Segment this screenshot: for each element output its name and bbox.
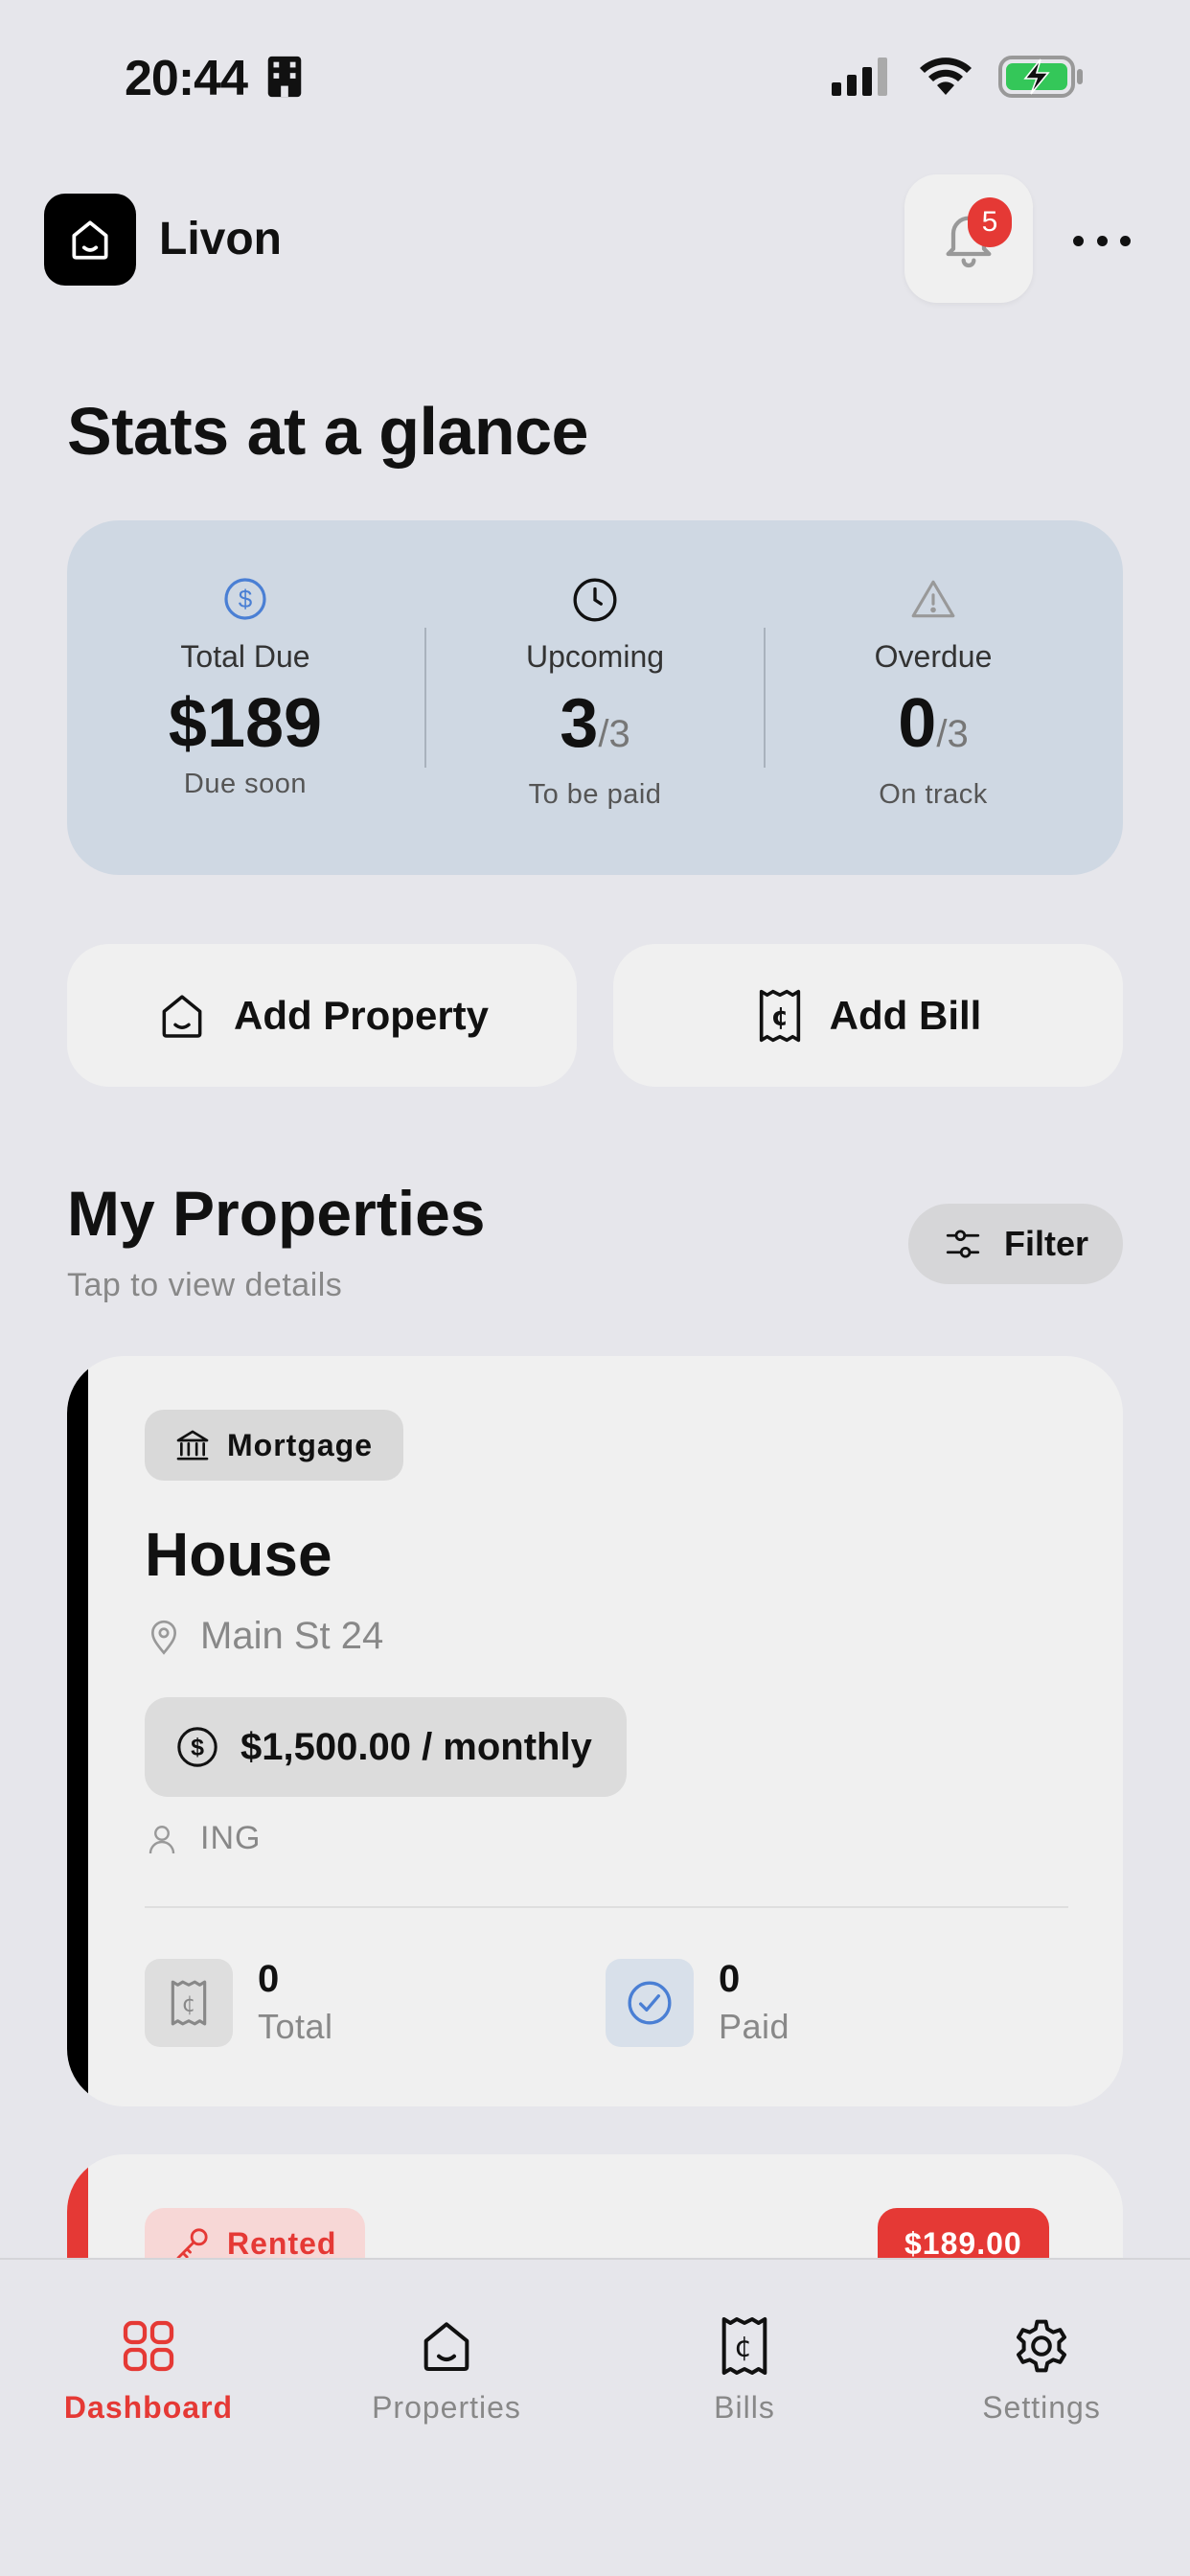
receipt-icon: ¢ [171,1980,207,2025]
stat-label: Total Due [180,639,310,674]
stats-title: Stats at a glance [67,394,588,469]
app-logo [44,194,136,286]
wifi-icon [920,58,972,95]
add-property-label: Add Property [233,992,490,1038]
receipt-box: ¢ [145,1958,233,2047]
person-icon [149,1825,175,1853]
grid-icon [123,2320,174,2372]
bills-paid-stat: 0 Paid [606,1958,790,2047]
status-time: 20:44 [125,50,306,107]
battery-charging-icon [998,56,1083,98]
property-amount: $ $1,500.00 / monthly [145,1697,627,1797]
tab-label: Bills [714,2390,775,2425]
stat-overdue: Overdue 0/3 On track [761,520,1106,875]
tab-label: Settings [982,2390,1101,2425]
sliders-icon [946,1230,980,1258]
tab-dashboard[interactable]: Dashboard [0,2315,297,2426]
app-name: Livon [159,214,282,264]
receipt-icon: ¢ [759,989,800,1042]
paid-label: Paid [719,2007,790,2046]
bank-icon [176,1430,209,1460]
home-icon [423,2322,469,2371]
stat-value: 0/3 [898,685,969,762]
check-box [606,1958,694,2047]
tab-properties[interactable]: Properties [298,2315,595,2426]
tab-label: Dashboard [63,2390,234,2425]
tab-label: Properties [372,2390,521,2425]
svg-text:¢: ¢ [734,2331,754,2363]
svg-text:¢: ¢ [770,1001,789,1031]
stat-sub: To be paid [528,779,662,810]
dot-icon [1120,235,1131,246]
building-icon [268,56,302,98]
card-accent-stripe [67,1356,88,2106]
stats-card: $ Total Due $189 Due soon Upcoming 3/3 T… [67,520,1123,875]
svg-text:¢: ¢ [182,1991,196,2016]
properties-title: My Properties [67,1178,486,1249]
location-pin-icon [150,1620,177,1655]
total-label: Total [258,2007,333,2046]
property-card-house[interactable]: Mortgage House Main St 24 $ $1,500.00 / … [67,1356,1123,2106]
bills-total-stat: ¢ 0 Total [145,1958,333,2047]
receipt-icon: ¢ [721,2317,767,2375]
check-circle-icon [628,1981,672,2024]
property-lender: ING [145,1820,261,1857]
dollar-circle-icon: $ [224,578,266,620]
total-count: 0 [258,1958,280,2000]
tab-bills[interactable]: ¢ Bills [596,2315,893,2426]
svg-text:$: $ [191,1735,204,1761]
stat-upcoming: Upcoming 3/3 To be paid [423,520,767,875]
stat-value: $189 [168,685,323,762]
filter-button[interactable]: Filter [908,1204,1123,1284]
key-icon [176,2228,208,2260]
property-address: Main St 24 [145,1615,383,1658]
dot-icon [1073,235,1084,246]
gear-icon [1017,2319,1066,2373]
dot-icon [1096,235,1108,246]
svg-text:$: $ [239,585,253,613]
add-property-button[interactable]: Add Property [67,944,577,1087]
property-name: House [145,1520,332,1589]
card-divider [145,1906,1068,1908]
dollar-circle-icon: $ [177,1727,217,1767]
more-options-button[interactable] [1073,226,1131,255]
signal-icon [832,58,887,96]
notifications-button[interactable] [904,174,1033,303]
stat-label: Overdue [874,639,993,674]
property-type-badge: Mortgage [145,1410,403,1481]
stat-label: Upcoming [525,639,665,674]
stat-value: 3/3 [560,685,630,762]
tab-settings[interactable]: Settings [893,2315,1190,2426]
stat-total-due: $ Total Due $189 Due soon [73,520,418,875]
paid-count: 0 [719,1958,741,2000]
home-icon [72,220,108,260]
notification-badge: 5 [968,197,1012,247]
tab-bar: Dashboard Properties ¢ Bills Settings [0,2258,1190,2576]
warning-icon [911,580,955,618]
stat-sub: Due soon [183,769,308,799]
stat-sub: On track [879,779,988,810]
home-icon [162,994,202,1038]
clock-icon [573,578,617,622]
status-icons [832,56,1085,98]
add-bill-button[interactable]: ¢ Add Bill [613,944,1123,1087]
properties-subtitle: Tap to view details [67,1267,343,1303]
add-bill-label: Add Bill [829,992,982,1038]
filter-label: Filter [1003,1224,1088,1263]
